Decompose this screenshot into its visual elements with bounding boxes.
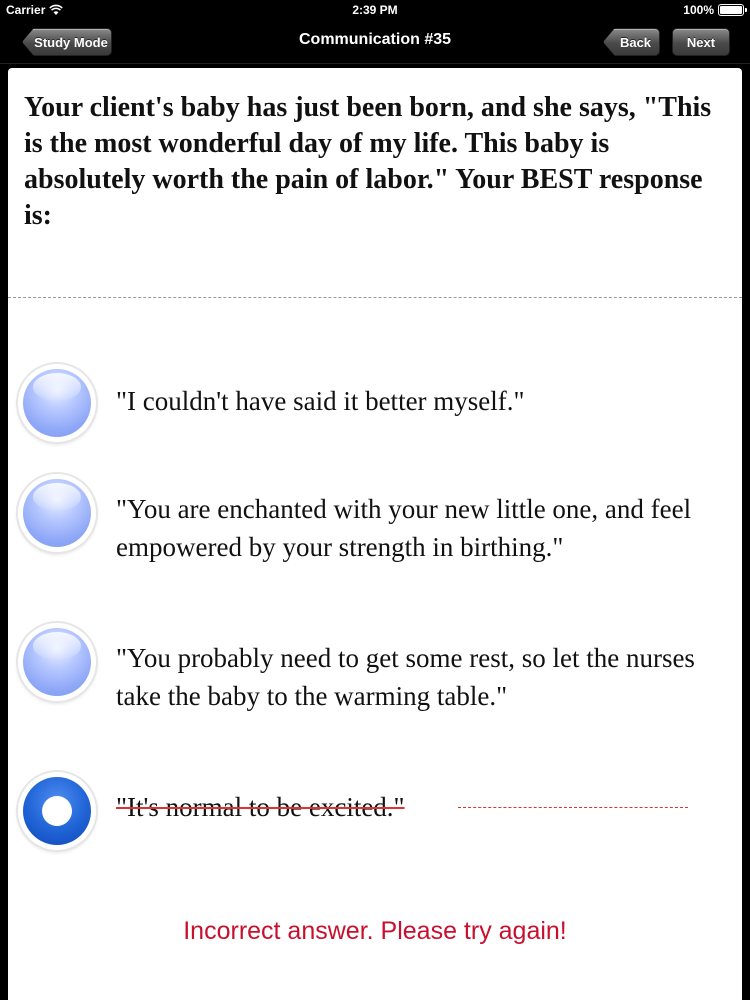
answer-option-text: "You are enchanted with your new little … — [116, 494, 692, 562]
divider — [8, 297, 742, 298]
navigation-bar: Study Mode Communication #35 Back Next — [0, 20, 750, 64]
question-card: Your client's baby has just been born, a… — [8, 68, 742, 1000]
status-bar: Carrier 2:39 PM 100% — [0, 0, 750, 20]
strike-line — [458, 807, 688, 808]
back-button[interactable]: Back — [603, 28, 660, 56]
radio-button[interactable] — [18, 623, 96, 701]
feedback-message: Incorrect answer. Please try again! — [183, 917, 567, 945]
radio-button[interactable] — [18, 364, 96, 442]
radio-button[interactable] — [18, 474, 96, 552]
status-time: 2:39 PM — [352, 3, 398, 17]
next-button[interactable]: Next — [672, 28, 730, 56]
battery-percent: 100% — [683, 3, 714, 17]
battery-icon — [718, 4, 747, 16]
answer-option-text: "You probably need to get some rest, so … — [116, 643, 695, 711]
radio-button-selected[interactable] — [18, 772, 96, 850]
status-right: 100% — [683, 3, 747, 17]
answer-option-text: "I couldn't have said it better myself." — [116, 386, 525, 416]
question-text: Your client's baby has just been born, a… — [24, 92, 712, 231]
answer-option-text: "It's normal to be excited." — [116, 792, 405, 822]
